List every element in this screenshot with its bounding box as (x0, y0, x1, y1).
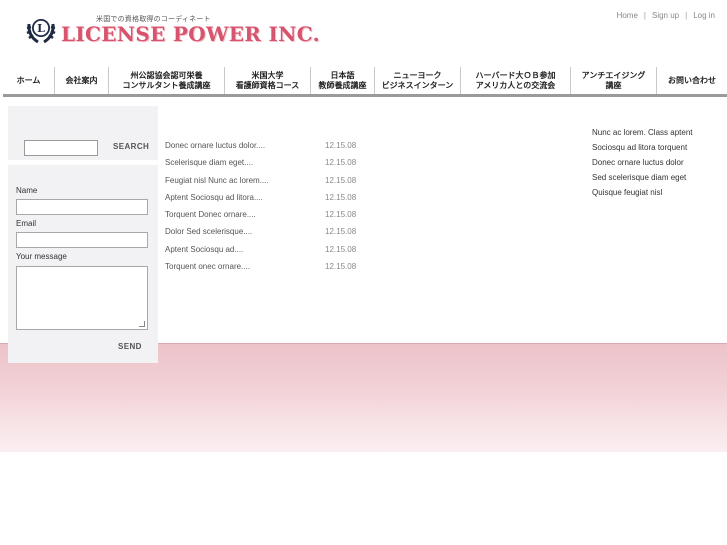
article-title[interactable]: Torquent onec ornare.... (165, 262, 250, 271)
article-date: 12.15.08 (325, 262, 357, 272)
list-item[interactable]: Scelerisque diam eget.... 12.15.08 (165, 158, 385, 175)
email-field[interactable] (16, 232, 148, 248)
side-link[interactable]: Donec ornare luctus dolor (592, 158, 693, 173)
nav-item-line2: ビジネスインターン (381, 80, 454, 90)
nav-item-line1: 日本語 (330, 70, 355, 80)
brand-name: LICENSE POWER INC. (61, 22, 320, 46)
search-panel: SEARCH (8, 106, 158, 160)
nav-item-line1: 州公認協会認可栄養 (130, 70, 203, 80)
nav-item-line2: アメリカ人との交流会 (475, 80, 556, 90)
nav-item-line2: 教師養成講座 (318, 80, 367, 90)
list-item[interactable]: Dolor Sed scelerisque.... 12.15.08 (165, 227, 385, 244)
sign-up-link[interactable]: Sign up (652, 11, 679, 20)
search-input[interactable] (24, 140, 98, 156)
side-link[interactable]: Sed scelerisque diam eget (592, 173, 693, 188)
nav-item-line1: お問い合わせ (668, 75, 716, 85)
nav-item-label: お問い合わせ (668, 76, 716, 86)
side-link[interactable]: Nunc ac lorem. Class aptent (592, 128, 693, 143)
nav-item[interactable]: 会社案内 (55, 67, 109, 94)
header: L 米国での資格取得のコーディネート LICENSE POWER INC. Ho… (0, 0, 727, 66)
article-title[interactable]: Scelerisque diam eget.... (165, 158, 253, 167)
article-title[interactable]: Aptent Sociosqu ad.... (165, 245, 243, 254)
message-label: Your message (16, 252, 67, 261)
article-title[interactable]: Feugiat nisl Nunc ac lorem.... (165, 176, 269, 185)
nav-item-label: ホーム (17, 76, 41, 86)
nav-item[interactable]: 日本語 教師養成講座 (311, 67, 375, 94)
message-textarea[interactable] (16, 266, 148, 330)
log-in-link[interactable]: Log in (693, 11, 715, 20)
article-list: Donec ornare luctus dolor.... 12.15.08 Sce… (165, 141, 385, 279)
nav-item-label: 日本語 教師養成講座 (319, 71, 367, 91)
send-button[interactable]: SEND (118, 342, 142, 351)
list-item[interactable]: Aptent Sociosqu ad litora.... 12.15.08 (165, 193, 385, 210)
side-link[interactable]: Quisque feugiat nisl (592, 188, 693, 203)
list-item[interactable]: Aptent Sociosqu ad.... 12.15.08 (165, 245, 385, 262)
side-link[interactable]: Sociosqu ad litora torquent (592, 143, 693, 158)
article-title[interactable]: Dolor Sed scelerisque.... (165, 227, 252, 236)
article-date: 12.15.08 (325, 175, 357, 185)
list-item[interactable]: Torquent Donec ornare.... 12.15.08 (165, 210, 385, 227)
nav-item-line1: 会社案内 (65, 75, 98, 85)
article-date: 12.15.08 (325, 210, 357, 220)
name-label: Name (16, 186, 38, 195)
article-date: 12.15.08 (325, 158, 357, 168)
logo[interactable]: L 米国での資格取得のコーディネート LICENSE POWER INC. (24, 12, 320, 50)
nav-item[interactable]: アンチエイジング 講座 (571, 67, 657, 94)
nav-item[interactable]: 米国大学 看護師資格コース (225, 67, 311, 94)
nav-item-label: ニューヨーク ビジネスインターン (382, 71, 454, 91)
list-item[interactable]: Torquent onec ornare.... 12.15.08 (165, 262, 385, 279)
article-title[interactable]: Donec ornare luctus dolor.... (165, 141, 265, 150)
email-label: Email (16, 219, 37, 228)
nav-item[interactable]: ホーム (3, 67, 55, 94)
nav-item-label: 州公認協会認可栄養 コンサルタント養成講座 (123, 71, 211, 91)
list-item[interactable]: Feugiat nisl Nunc ac lorem.... 12.15.08 (165, 176, 385, 193)
nav-item-label: アンチエイジング 講座 (582, 71, 646, 91)
laurel-emblem-icon: L (26, 19, 56, 44)
article-date: 12.15.08 (325, 192, 357, 202)
nav-item-label: 米国大学 看護師資格コース (236, 71, 300, 91)
home-link[interactable]: Home (617, 11, 638, 20)
nav-item[interactable]: ニューヨーク ビジネスインターン (375, 67, 461, 94)
contact-form: Name Email Your message SEND (8, 165, 158, 363)
article-date: 12.15.08 (325, 227, 357, 237)
nav-item-line1: アンチエイジング (581, 70, 646, 80)
list-item[interactable]: Donec ornare luctus dolor.... 12.15.08 (165, 141, 385, 158)
name-field[interactable] (16, 199, 148, 215)
nav-item[interactable]: お問い合わせ (657, 67, 727, 94)
nav-item[interactable]: 州公認協会認可栄養 コンサルタント養成講座 (109, 67, 225, 94)
nav-item-line1: ハーバード大ＯＢ参加 (475, 70, 556, 80)
separator: | (685, 11, 688, 20)
article-title[interactable]: Aptent Sociosqu ad litora.... (165, 193, 263, 202)
separator: | (643, 11, 646, 20)
nav-item-line2: 講座 (605, 80, 622, 90)
nav-item-label: 会社案内 (66, 76, 98, 86)
main-nav: ホーム 会社案内 州公認協会認可栄養 コンサルタント養成講座 米国大学 看護師資格コース日… (3, 67, 727, 97)
nav-item-line1: 米国大学 (251, 70, 284, 80)
nav-item-line1: ホーム (16, 75, 41, 85)
nav-item-line2: コンサルタント養成講座 (122, 80, 211, 90)
article-title[interactable]: Torquent Donec ornare.... (165, 210, 256, 219)
nav-item-line2: 看護師資格コース (235, 80, 300, 90)
right-links: Nunc ac lorem. Class aptent Sociosqu ad l… (592, 128, 693, 203)
nav-item-line1: ニューヨーク (393, 70, 442, 80)
top-links: Home | Sign up | Log in (617, 11, 715, 20)
article-date: 12.15.08 (325, 141, 357, 150)
search-button[interactable]: SEARCH (113, 142, 149, 151)
nav-item-label: ハーバード大ＯＢ参加 アメリカ人との交流会 (476, 71, 556, 91)
article-date: 12.15.08 (325, 244, 357, 254)
emblem-letter: L (37, 22, 45, 35)
nav-item[interactable]: ハーバード大ＯＢ参加 アメリカ人との交流会 (461, 67, 571, 94)
